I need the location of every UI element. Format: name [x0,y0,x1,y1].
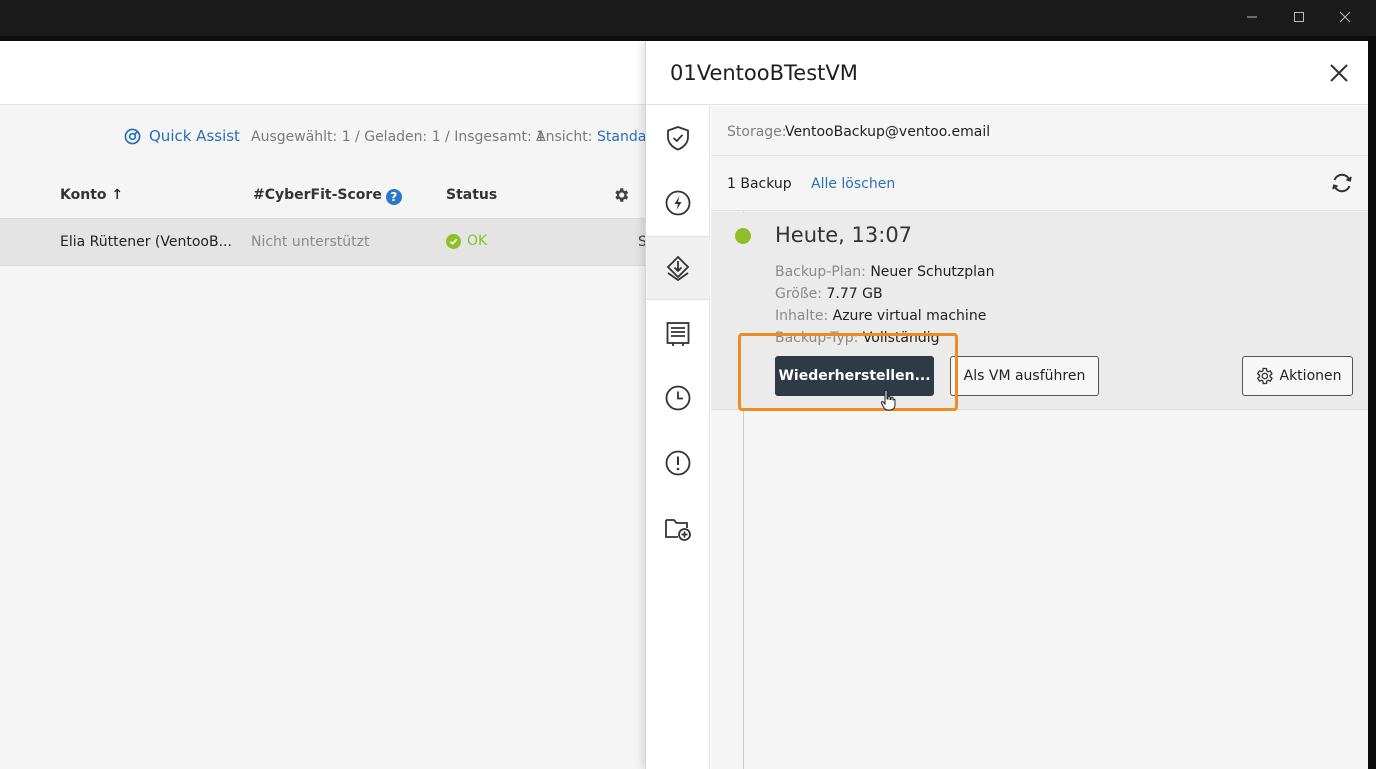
nav-alerts[interactable] [646,431,710,495]
row-status-label: OK [467,233,488,249]
backup-content-label: Inhalte: [775,308,829,324]
backup-count: 1 Backup [727,176,792,192]
backup-plan-value: Neuer Schutzplan [870,264,995,280]
table-header: Konto ↑ #CyberFit-Score? Status [0,177,660,217]
selection-info: Ausgewählt: 1 / Geladen: 1 / Insgesamt: … [251,129,546,145]
column-header-status[interactable]: Status [446,187,497,203]
panel-title: 01VentooBTestVM [670,61,858,85]
row-cyberfit-score: Nicht unterstützt [251,234,370,250]
refresh-icon[interactable] [1329,170,1355,196]
quick-assist-link[interactable]: Quick Assist [124,127,240,145]
backup-type-label: Backup-Typ: [775,330,859,346]
backup-entry: Heute, 13:07 Backup-Plan: Neuer Schutzpl… [711,212,1368,410]
hand-cursor-icon [880,389,896,411]
backup-size-label: Größe: [775,286,823,302]
close-panel-icon[interactable] [1327,61,1351,85]
backup-type-value: Vollständig [862,330,940,346]
nav-backup-storage[interactable] [646,236,710,300]
window-title-bar [0,0,1376,36]
backup-content-row: Inhalte: Azure virtual machine [775,308,986,324]
backup-storage-icon [666,255,690,282]
folder-add-icon [665,519,691,541]
quick-assist-label: Quick Assist [149,127,240,145]
actions-button[interactable]: Aktionen [1242,356,1353,396]
nav-details[interactable] [646,301,710,365]
shield-check-icon [667,126,689,151]
actions-button-label: Aktionen [1279,368,1342,384]
gear-icon [615,188,629,202]
column-settings-button[interactable] [612,186,630,208]
backup-plan-label: Backup-Plan: [775,264,866,280]
ok-check-icon [446,233,461,249]
view-label: Ansicht: [536,129,593,145]
maximize-icon [1294,12,1304,22]
storage-label: Storage: [727,124,787,140]
backup-type-row: Backup-Typ: Vollständig [775,330,940,346]
restore-button[interactable]: Wiederherstellen... [775,356,934,396]
gear-icon [1256,367,1273,385]
nav-actions[interactable] [646,171,710,235]
column-header-account[interactable]: Konto ↑ [60,187,123,203]
alert-icon [665,450,691,476]
close-window-button[interactable] [1322,0,1368,34]
minimize-button[interactable] [1229,0,1275,34]
backup-summary-bar: 1 Backup Alle löschen [711,157,1368,211]
storage-value: VentooBackup@ventoo.email [785,124,991,140]
backup-status-dot [735,228,751,244]
help-icon[interactable]: ? [385,189,402,205]
history-icon [665,385,691,411]
quick-assist-icon [124,128,141,144]
backup-content: Storage: VentooBackup@ventoo.email 1 Bac… [711,106,1368,769]
details-icon [666,322,690,346]
nav-protection[interactable] [646,106,710,170]
backup-plan-row: Backup-Plan: Neuer Schutzplan [775,264,995,280]
delete-all-link[interactable]: Alle löschen [811,176,895,192]
nav-history[interactable] [646,366,710,430]
list-toolbar: Quick Assist Ausgewählt: 1 / Geladen: 1 … [0,125,660,149]
backup-size-row: Größe: 7.77 GB [775,286,883,302]
row-status: OK [446,233,487,249]
detail-panel: 01VentooBTestVM Storage: VentooBackup@ve… [645,41,1368,769]
app-main: Quick Assist Ausgewählt: 1 / Geladen: 1 … [0,41,1368,769]
column-header-cyberfit[interactable]: #CyberFit-Score? [253,187,402,205]
view-selector[interactable]: Standar [597,129,652,145]
nav-add-folder[interactable] [646,496,710,560]
run-as-vm-button[interactable]: Als VM ausführen [950,356,1099,396]
row-account: Elia Rüttener (VentooB... [60,234,232,250]
close-icon [1339,11,1351,23]
storage-bar: Storage: VentooBackup@ventoo.email [711,106,1368,156]
backup-content-value: Azure virtual machine [832,308,987,324]
maximize-button[interactable] [1276,0,1322,34]
backup-time: Heute, 13:07 [775,223,913,247]
minimize-icon [1247,16,1257,18]
panel-side-nav [646,106,710,769]
backup-size-value: 7.77 GB [826,286,883,302]
panel-header: 01VentooBTestVM [646,41,1368,105]
column-header-cyberfit-label: #CyberFit-Score [253,187,382,203]
lightning-icon [665,190,691,216]
table-row[interactable]: Elia Rüttener (VentooB... Nicht unterstü… [0,218,660,266]
window-border-right [1368,36,1376,769]
